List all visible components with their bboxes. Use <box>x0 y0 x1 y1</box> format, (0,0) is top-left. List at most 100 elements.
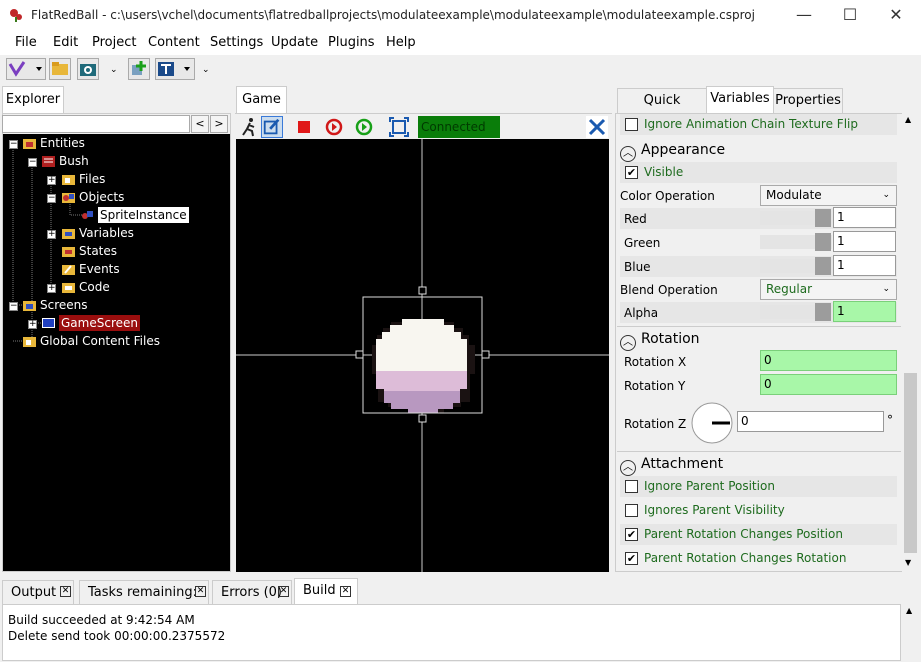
menu-plugins[interactable]: Plugins <box>328 35 375 50</box>
open-folder-button[interactable] <box>49 58 71 80</box>
build-output[interactable]: Build succeeded at 9:42:54 AM Delete sen… <box>2 604 901 661</box>
red-input[interactable]: 1 <box>833 207 896 228</box>
close-icon[interactable]: ✕ <box>195 586 206 597</box>
collapse-chevron-icon[interactable]: ︿ <box>620 460 636 476</box>
red-slider-thumb[interactable] <box>815 209 831 227</box>
collapse-chevron-icon[interactable]: ︿ <box>620 146 636 162</box>
menu-help[interactable]: Help <box>386 35 416 50</box>
blend-operation-label: Blend Operation <box>620 283 718 297</box>
explorer-search-input[interactable] <box>2 115 190 133</box>
expand-icon[interactable]: + <box>28 320 37 329</box>
rotation-z-dial-icon[interactable] <box>690 401 734 445</box>
menu-settings[interactable]: Settings <box>210 35 263 50</box>
blend-operation-dropdown[interactable]: Regular ⌄ <box>760 279 897 300</box>
minimize-button[interactable]: — <box>781 0 827 31</box>
zoom-fit-icon[interactable] <box>388 116 410 138</box>
overflow-chevron-icon[interactable]: ⌄ <box>202 65 210 75</box>
tree-node-bush[interactable]: Bush <box>42 152 89 170</box>
tree-node-states[interactable]: States <box>62 242 117 260</box>
tab-explorer[interactable]: Explorer <box>2 86 64 114</box>
tree-node-game-screen[interactable]: GameScreen <box>42 314 140 332</box>
scroll-up-icon[interactable]: ▲ <box>905 115 911 124</box>
appearance-header[interactable]: ︿ Appearance <box>620 142 725 162</box>
chevron-down-icon: ⌄ <box>882 190 890 200</box>
expand-icon[interactable]: + <box>47 284 56 293</box>
run-icon[interactable] <box>238 116 260 138</box>
folder-icon <box>23 337 36 347</box>
ignore-animation-flip-checkbox[interactable] <box>625 118 638 131</box>
tab-properties[interactable]: Properties <box>773 88 843 114</box>
nav-back-button[interactable]: < <box>191 115 209 133</box>
edit-mode-icon[interactable] <box>261 116 283 138</box>
close-icon[interactable]: ✕ <box>60 586 71 597</box>
parent-rotation-position-checkbox[interactable]: ✔ <box>625 528 638 541</box>
expand-icon[interactable]: + <box>47 230 56 239</box>
restart-red-icon[interactable] <box>323 116 345 138</box>
stop-icon[interactable] <box>293 116 315 138</box>
tab-variables[interactable]: Variables <box>706 86 774 114</box>
tab-errors[interactable]: Errors (0) ✕ <box>212 580 292 605</box>
alpha-slider-thumb[interactable] <box>815 303 831 321</box>
add-entity-button[interactable] <box>128 58 150 80</box>
scroll-down-icon[interactable]: ▼ <box>905 558 911 567</box>
connection-status: Connected 0.3 <box>418 116 500 156</box>
tree-node-variables[interactable]: Variables <box>62 224 134 242</box>
collapse-icon[interactable]: − <box>47 194 56 203</box>
tree-node-screens[interactable]: Screens <box>23 296 88 314</box>
green-input[interactable]: 1 <box>833 231 896 252</box>
tree-node-global-content[interactable]: Global Content Files <box>23 332 160 350</box>
collapse-chevron-icon[interactable]: ︿ <box>620 335 636 351</box>
menu-project[interactable]: Project <box>92 35 136 50</box>
collapse-icon[interactable]: − <box>9 302 18 311</box>
rotation-header[interactable]: ︿ Rotation <box>620 331 700 351</box>
tree-node-files[interactable]: Files <box>62 170 105 188</box>
tab-quick-actions[interactable]: Quick Actions <box>617 88 707 132</box>
tab-game[interactable]: Game <box>236 86 287 114</box>
menu-content[interactable]: Content <box>148 35 200 50</box>
parent-rotation-rotation-checkbox[interactable]: ✔ <box>625 552 638 565</box>
blue-input[interactable]: 1 <box>833 255 896 276</box>
close-icon[interactable]: ✕ <box>340 586 351 597</box>
ignore-parent-position-checkbox[interactable] <box>625 480 638 493</box>
variables-scrollbar[interactable]: ▲ ▼ <box>902 113 919 572</box>
tree-node-events[interactable]: Events <box>62 260 120 278</box>
rotation-z-input[interactable]: 0 <box>737 411 884 432</box>
tree-node-code[interactable]: Code <box>62 278 110 296</box>
menu-update[interactable]: Update <box>271 35 318 50</box>
game-viewport[interactable] <box>236 139 609 572</box>
scrollbar-thumb[interactable] <box>904 373 917 553</box>
screenshot-button[interactable] <box>77 58 99 80</box>
restart-green-icon[interactable] <box>353 116 375 138</box>
tab-build[interactable]: Build ✕ <box>294 578 358 605</box>
menu-file[interactable]: File <box>15 35 37 50</box>
tree-node-entities[interactable]: Entities <box>23 134 85 152</box>
tree-node-objects[interactable]: Objects <box>62 188 124 206</box>
chevron-down-icon: ⌄ <box>882 284 890 294</box>
menu-edit[interactable]: Edit <box>53 35 78 50</box>
expand-icon[interactable]: + <box>47 176 56 185</box>
close-button[interactable]: ✕ <box>873 0 919 31</box>
attachment-header[interactable]: ︿ Attachment <box>620 456 723 476</box>
close-icon[interactable]: ✕ <box>278 586 289 597</box>
nav-forward-button[interactable]: > <box>210 115 228 133</box>
ignores-parent-visibility-checkbox[interactable] <box>625 504 638 517</box>
maximize-button[interactable]: ☐ <box>827 0 873 31</box>
visual-studio-button[interactable] <box>6 58 46 80</box>
rotation-x-input[interactable]: 0 <box>760 350 897 371</box>
tab-output[interactable]: Output ✕ <box>2 580 74 605</box>
visible-checkbox[interactable]: ✔ <box>625 166 638 179</box>
text-tool-button[interactable] <box>155 58 195 80</box>
alpha-input[interactable]: 1 <box>833 301 896 322</box>
green-slider-thumb[interactable] <box>815 233 831 251</box>
color-operation-dropdown[interactable]: Modulate ⌄ <box>760 185 897 206</box>
collapse-icon[interactable]: − <box>28 158 37 167</box>
overflow-chevron-icon[interactable]: ⌄ <box>110 65 118 75</box>
output-scrollbar[interactable]: ▲ <box>903 604 919 661</box>
collapse-icon[interactable]: − <box>9 140 18 149</box>
tree-node-sprite-instance[interactable]: SpriteInstance <box>81 206 189 224</box>
scroll-up-icon[interactable]: ▲ <box>906 606 912 615</box>
blue-slider-thumb[interactable] <box>815 257 831 275</box>
tab-tasks[interactable]: Tasks remaining: 0✕ <box>79 580 209 623</box>
settings-tools-icon[interactable] <box>586 116 608 138</box>
rotation-y-input[interactable]: 0 <box>760 374 897 395</box>
